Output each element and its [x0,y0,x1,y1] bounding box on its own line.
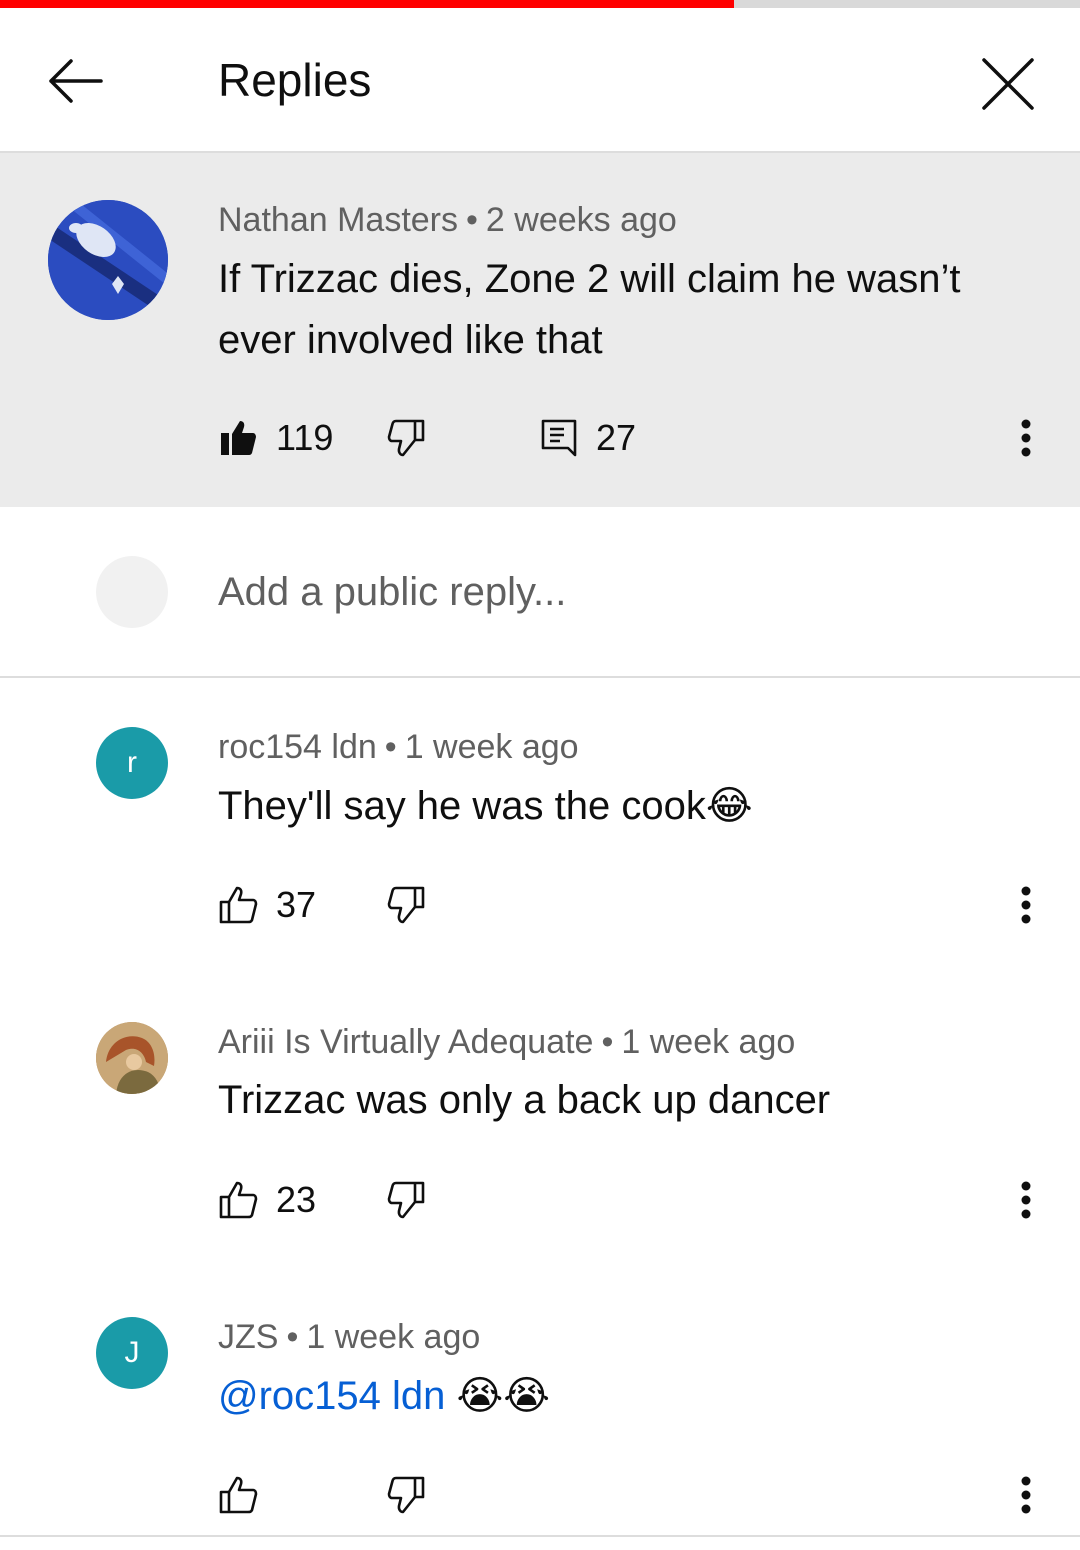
comment-meta: Nathan Masters • 2 weeks ago [218,198,677,242]
more-vert-icon [1021,419,1031,457]
avatar-image [96,1022,168,1094]
thumbs-up-icon [219,1181,258,1219]
back-button[interactable] [36,46,112,116]
dislike-button[interactable] [386,875,426,935]
thumbs-down-icon [387,886,425,924]
more-vert-icon [1021,1476,1031,1514]
more-options-button[interactable] [1006,875,1046,935]
author-name[interactable]: Nathan Masters [218,201,458,239]
author-name[interactable]: roc154 ldn [218,728,377,766]
dislike-button[interactable] [386,408,426,468]
separator-dot: • [384,728,397,766]
reply-input[interactable]: Add a public reply... [218,567,566,617]
thumbs-down-icon [387,419,425,457]
reply-composer: Add a public reply... [0,507,1080,678]
more-vert-icon [1021,1181,1031,1219]
reply-comment: Ariii Is Virtually Adequate • 1 week ago T… [0,996,1080,1266]
avatar[interactable]: J [96,1317,168,1389]
reply-count: 27 [596,417,637,458]
mention-link[interactable]: @roc154 ldn [218,1374,445,1418]
arrow-left-icon [49,59,103,103]
comment-text: Trizzac was only a back up dancer [218,1078,831,1122]
separator-dot: • [466,201,478,239]
thumbs-up-filled-icon [221,421,256,455]
more-options-button[interactable] [1006,1170,1046,1230]
like-button[interactable]: 23 [218,1170,316,1230]
video-progress-fill [0,0,735,8]
comment-body: They'll say he was the cook [218,784,706,828]
comment-meta: roc154 ldn • 1 week ago [218,725,579,769]
like-count: 37 [276,884,317,925]
avatar[interactable] [96,1022,168,1094]
close-button[interactable] [970,46,1046,122]
dislike-button[interactable] [386,1170,426,1230]
page-title: Replies [218,54,372,106]
emoji: 😂 [705,783,753,829]
timestamp: 1 week ago [404,728,579,766]
like-count: 119 [276,417,334,458]
comment-actions: 23 [218,1170,1048,1230]
avatar[interactable] [48,200,168,320]
more-options-button[interactable] [1006,1465,1046,1525]
avatar-letter: r [127,746,137,779]
comment-icon [541,419,577,457]
more-options-button[interactable] [1006,408,1046,468]
thumbs-down-icon [387,1181,425,1219]
comment-meta: JZS • 1 week ago [218,1315,480,1359]
separator-dot: • [601,1023,614,1061]
avatar [96,556,168,628]
separator-dot: • [286,1318,299,1356]
author-name[interactable]: JZS [218,1318,278,1356]
more-vert-icon [1021,886,1031,924]
author-name[interactable]: Ariii Is Virtually Adequate [218,1023,593,1061]
thumbs-up-icon [219,886,258,924]
timestamp: 1 week ago [306,1318,481,1356]
reply-comment: r roc154 ldn • 1 week ago They'll say he w… [0,700,1080,970]
like-button[interactable] [218,1465,276,1525]
timestamp: 2 weeks ago [485,201,677,239]
avatar-image [48,200,168,320]
thumbs-up-icon [219,1476,258,1514]
like-button[interactable]: 119 [218,408,333,468]
avatar-letter: J [124,1336,140,1369]
comment-text: If Trizzac dies, Zone 2 will claim he wa… [218,257,961,362]
parent-comment: Nathan Masters • 2 weeks ago If Trizzac di… [0,153,1080,507]
replies-button[interactable]: 27 [540,408,636,468]
reply-comment: J JZS • 1 week ago @roc154 ldn 😭😭 [0,1290,1080,1535]
comment-meta: Ariii Is Virtually Adequate • 1 week ago [218,1020,795,1064]
comment-actions [218,1465,1048,1525]
replies-header: Replies [0,8,1080,153]
avatar[interactable]: r [96,727,168,799]
dislike-button[interactable] [386,1465,426,1525]
like-count: 23 [276,1179,317,1220]
thumbs-down-icon [387,1476,425,1514]
divider [0,1535,1080,1537]
emoji: 😭😭 [456,1373,551,1419]
like-button[interactable]: 37 [218,875,316,935]
comment-actions: 37 [218,875,1048,935]
comment-actions: 119 27 [218,408,1048,468]
close-icon [982,58,1034,110]
video-progress-bar [0,0,1080,8]
timestamp: 1 week ago [621,1023,796,1061]
comment-text: They'll say he was the cook😂 [218,776,1018,837]
comment-text: @roc154 ldn 😭😭 [218,1366,1018,1427]
